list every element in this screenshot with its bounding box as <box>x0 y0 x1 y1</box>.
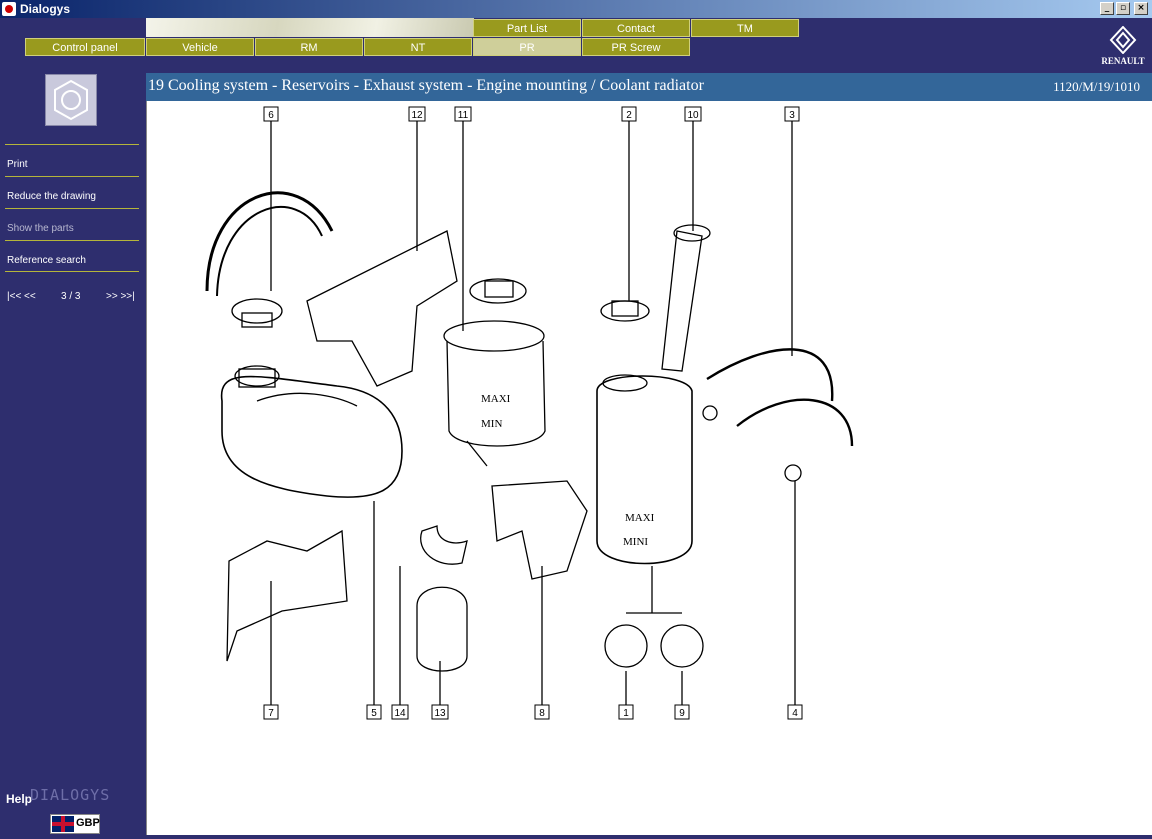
nut-icon <box>45 74 97 126</box>
label-mini: MINI <box>623 536 648 548</box>
tab-part-list[interactable]: Part List <box>473 19 581 37</box>
page-title: 19 Cooling system - Reservoirs - Exhaust… <box>148 77 704 94</box>
sidebar-item-label: Show the parts <box>7 223 74 234</box>
tab-nt[interactable]: NT <box>364 38 472 56</box>
callout-6[interactable]: 6 <box>263 106 279 122</box>
tab-pr-screw[interactable]: PR Screw <box>582 38 690 56</box>
banner-decoration <box>146 18 474 37</box>
renault-logo: RENAULT <box>1096 25 1150 68</box>
callout-4[interactable]: 4 <box>787 704 803 720</box>
dialogys-brand: DIALOGYS <box>30 786 111 804</box>
sidebar-item-print[interactable]: Print <box>5 144 139 175</box>
callout-5[interactable]: 5 <box>366 704 382 720</box>
help-link[interactable]: Help <box>6 792 32 806</box>
page-header: 19 Cooling system - Reservoirs - Exhaust… <box>146 73 1152 101</box>
pager-next-last[interactable]: >> >>| <box>106 291 135 302</box>
minimize-button[interactable]: _ <box>1100 2 1114 15</box>
renault-diamond-icon <box>1109 25 1137 55</box>
currency-label: GBP <box>76 817 100 829</box>
renault-logo-text: RENAULT <box>1101 56 1145 66</box>
tab-control-panel[interactable]: Control panel <box>25 38 145 56</box>
svg-text:10: 10 <box>687 110 699 121</box>
label-maxi-small: MAXI <box>481 393 511 405</box>
svg-text:6: 6 <box>268 110 274 121</box>
svg-text:4: 4 <box>792 708 798 719</box>
svg-text:2: 2 <box>626 110 632 121</box>
pager-first-prev[interactable]: |<< << <box>7 291 36 302</box>
tab-rm[interactable]: RM <box>255 38 363 56</box>
callout-12[interactable]: 12 <box>408 106 426 122</box>
pager: |<< << 3 / 3 >> >>| <box>7 291 141 302</box>
close-button[interactable]: × <box>1134 2 1148 15</box>
callout-11[interactable]: 11 <box>454 106 472 122</box>
currency-selector[interactable]: GBP <box>50 814 100 834</box>
callout-3[interactable]: 3 <box>784 106 800 122</box>
tab-tm[interactable]: TM <box>691 19 799 37</box>
callout-1[interactable]: 1 <box>618 704 634 720</box>
sidebar-divider <box>5 271 139 272</box>
callout-14[interactable]: 14 <box>391 704 409 720</box>
callout-7[interactable]: 7 <box>263 704 279 720</box>
svg-text:11: 11 <box>458 110 469 121</box>
sidebar: Print Reduce the drawing Show the parts … <box>0 72 145 839</box>
sidebar-item-reference-search[interactable]: Reference search <box>5 240 139 271</box>
window-title: Dialogys <box>20 2 71 16</box>
svg-text:12: 12 <box>411 110 423 121</box>
sidebar-item-label: Print <box>7 159 28 170</box>
callout-9[interactable]: 9 <box>674 704 690 720</box>
restore-button[interactable]: ▫ <box>1116 2 1130 15</box>
label-maxi: MAXI <box>625 512 655 524</box>
sidebar-item-label: Reference search <box>7 255 86 266</box>
uk-flag-icon <box>52 816 74 832</box>
callout-10[interactable]: 10 <box>684 106 702 122</box>
window-titlebar: Dialogys _ ▫ × <box>0 0 1152 18</box>
exploded-parts-drawing: MAXI MIN MAXI MINI 6 12 11 2 10 3 7 5 14… <box>205 106 854 720</box>
svg-text:8: 8 <box>539 708 545 719</box>
svg-text:14: 14 <box>394 708 406 719</box>
tab-contact[interactable]: Contact <box>582 19 690 37</box>
tab-vehicle[interactable]: Vehicle <box>146 38 254 56</box>
sidebar-item-show-parts: Show the parts <box>5 208 139 239</box>
svg-text:1: 1 <box>623 708 629 719</box>
callout-13[interactable]: 13 <box>431 704 449 720</box>
svg-text:3: 3 <box>789 110 795 121</box>
svg-text:9: 9 <box>679 708 685 719</box>
sidebar-item-label: Reduce the drawing <box>7 191 96 202</box>
sidebar-item-reduce-drawing[interactable]: Reduce the drawing <box>5 176 139 207</box>
app-icon <box>2 2 16 16</box>
callout-8[interactable]: 8 <box>534 704 550 720</box>
pager-page: 3 / 3 <box>61 291 81 302</box>
tab-pr[interactable]: PR <box>473 38 581 56</box>
callout-2[interactable]: 2 <box>621 106 637 122</box>
svg-text:13: 13 <box>434 708 446 719</box>
label-mini-small: MIN <box>481 418 502 430</box>
svg-text:5: 5 <box>371 708 377 719</box>
page-reference: 1120/M/19/1010 <box>1053 79 1140 94</box>
drawing-canvas: MAXI MIN MAXI MINI 6 12 11 2 10 3 7 5 14… <box>146 101 1152 835</box>
svg-text:7: 7 <box>268 708 274 719</box>
